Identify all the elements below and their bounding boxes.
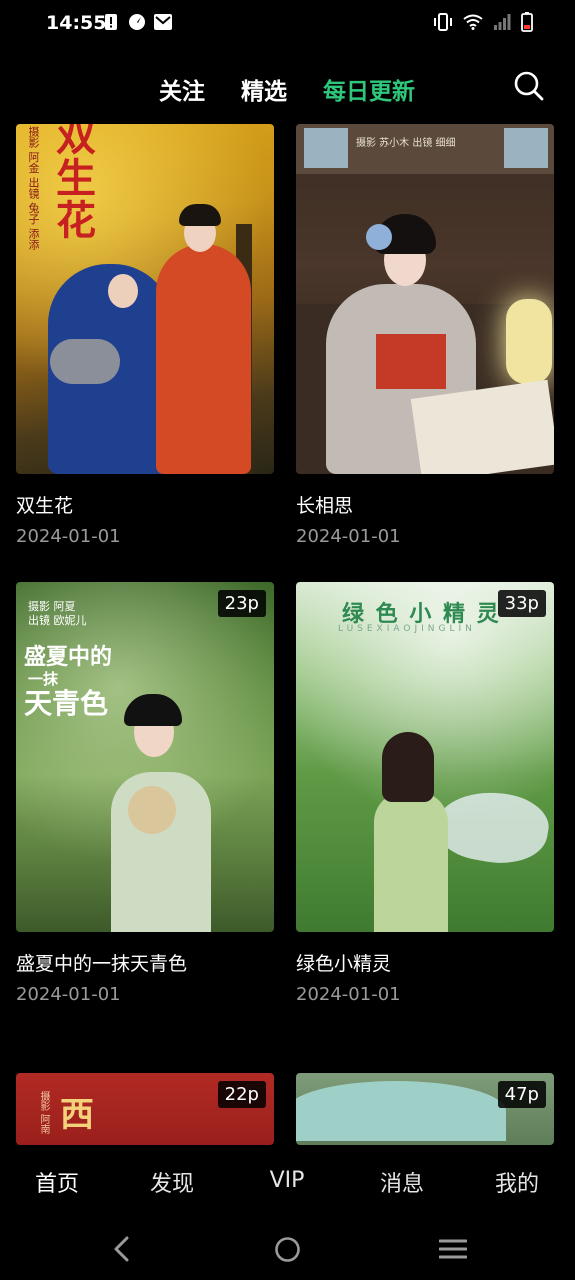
hair [382,732,434,802]
face [108,274,138,308]
system-navigation-bar [0,1216,575,1280]
card-thumbnail[interactable]: 双生花 摄影 阿金 出镜 兔子 添添 [16,124,274,474]
nav-discover[interactable]: 发现 [122,1166,222,1198]
poster-title: 双生花 [56,124,96,244]
poster-title: 西 [60,1095,94,1135]
nav-vip[interactable]: VIP [237,1168,337,1193]
nav-messages[interactable]: 消息 [352,1166,452,1198]
bottom-navigation: 首页 发现 VIP 消息 我的 [0,1146,575,1216]
notification-icons [102,13,172,31]
status-time: 14:55 [46,12,107,34]
card-xi[interactable]: 22p 西 摄影 阿南 [16,1073,274,1145]
fur-collar [50,339,120,384]
status-bar: 14:55 [0,0,575,48]
content-grid: 双生花 摄影 阿金 出镜 兔子 添添 双生花 2024-01-01 摄影 苏小木… [0,124,575,1146]
photo-count-badge: 22p [217,1081,266,1108]
alert-icon [102,13,120,31]
search-icon [514,71,544,101]
mail-icon [154,13,172,31]
card-thumbnail[interactable]: 22p 西 摄影 阿南 [16,1073,274,1145]
lantern [506,299,552,384]
card-title[interactable]: 绿色小精灵 [296,949,554,975]
card-lvse-xiaojingling[interactable]: 33p 绿 色 小 精 灵 LUSEXIAOJINGLIN 绿色小精灵 2024… [296,582,554,1005]
round-fan [128,786,176,834]
system-status-icons [433,12,533,36]
card-shengxia[interactable]: 23p 摄影 阿夏 出镜 欧妮儿 盛夏中的 一抹 天青色 盛夏中的一抹天青色 20… [16,582,274,1005]
home-icon[interactable] [274,1236,301,1267]
card-changxiangsi[interactable]: 摄影 苏小木 出镜 细细 长相思 2024-01-01 [296,124,554,547]
figure-red [156,244,251,474]
vibrate-icon [433,13,453,35]
nav-profile[interactable]: 我的 [467,1166,567,1198]
back-icon[interactable] [112,1236,132,1266]
card-date: 2024-01-01 [16,984,121,1005]
menu-icon[interactable] [438,1238,468,1264]
card-thumbnail[interactable]: 23p 摄影 阿夏 出镜 欧妮儿 盛夏中的 一抹 天青色 [16,582,274,932]
card-title[interactable]: 双生花 [16,491,274,517]
tab-follow[interactable]: 关注 [159,72,205,106]
window-pane [304,128,348,168]
figure-dress [374,792,448,932]
hair [179,204,221,226]
window-pane [504,128,548,168]
tab-daily-update[interactable]: 每日更新 [323,72,415,106]
poster-subtitle: LUSEXIAOJINGLIN [338,624,476,634]
top-tabs: 关注 精选 每日更新 [0,72,575,112]
photo-count-badge: 23p [217,590,266,617]
card-title[interactable]: 长相思 [296,491,554,517]
poster-credits: 摄影 苏小木 出镜 细细 [356,138,456,149]
card-title[interactable]: 盛夏中的一抹天青色 [16,949,274,975]
poster-credits: 摄影 阿南 [38,1091,49,1135]
poster-credits: 摄影 阿金 出镜 兔子 添添 [27,126,40,250]
card-shuangshenghua[interactable]: 双生花 摄影 阿金 出镜 兔子 添添 双生花 2024-01-01 [16,124,274,547]
poster-title: 盛夏中的 一抹 天青色 [24,644,113,720]
card-thumbnail[interactable]: 摄影 苏小木 出镜 细细 [296,124,554,474]
dress-bodice [376,334,446,389]
search-button[interactable] [513,70,545,102]
signal-icon [493,14,511,34]
wifi-icon [463,14,483,34]
nav-home[interactable]: 首页 [7,1166,107,1198]
card-thumbnail[interactable]: 47p [296,1073,554,1145]
card-date: 2024-01-01 [296,526,401,547]
tab-featured[interactable]: 精选 [241,72,287,106]
card-date: 2024-01-01 [16,526,121,547]
hair-flower [366,224,392,250]
card-date: 2024-01-01 [296,984,401,1005]
oil-paper-umbrella [296,1081,506,1141]
card-thumbnail[interactable]: 33p 绿 色 小 精 灵 LUSEXIAOJINGLIN [296,582,554,932]
poster-credits: 摄影 阿夏 出镜 欧妮儿 [28,600,87,627]
photo-count-badge: 47p [497,1081,546,1108]
card-umbrella[interactable]: 47p [296,1073,554,1145]
battery-icon [521,12,533,36]
compass-icon [128,13,146,31]
photo-count-badge: 33p [497,590,546,617]
